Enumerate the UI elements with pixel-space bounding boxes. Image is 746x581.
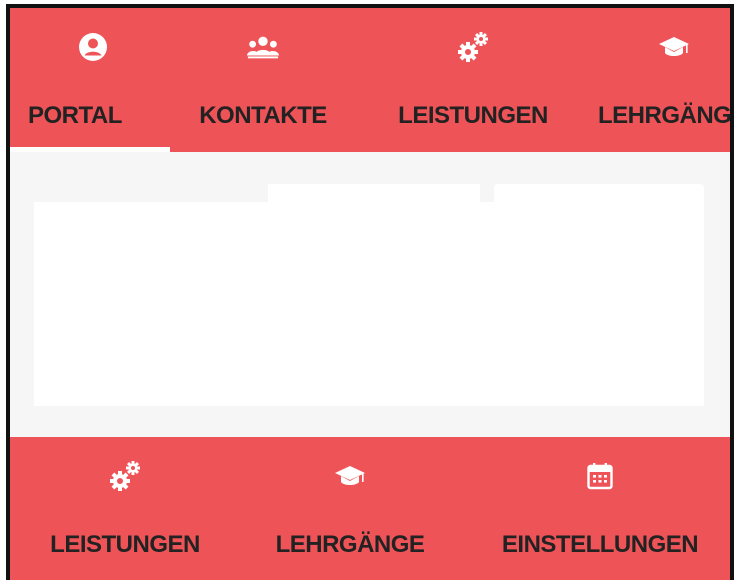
graduation-cap-icon (333, 459, 367, 493)
bottom-nav-leistungen[interactable]: LEISTUNGEN (32, 437, 218, 580)
tab-lehrgaenge[interactable]: LEHRGÄNGE (596, 8, 734, 152)
tab-leistungen-label: LEISTUNGEN (398, 102, 548, 129)
card-placeholder (268, 184, 480, 204)
content-area (10, 152, 730, 437)
account-circle-icon (76, 32, 110, 62)
calendar-icon (583, 459, 617, 493)
card-placeholder (494, 184, 704, 204)
tab-kontakte-label: KONTAKTE (199, 102, 327, 129)
bottom-nav-bar: LEISTUNGEN LEHRGÄNGE EINSTELLUNGEN (10, 437, 730, 580)
bottom-nav-einstellungen-label: EINSTELLUNGEN (501, 531, 699, 558)
app-frame: PORTAL KONTAKTE LEISTUNGEN LEHRGÄNGE LEI… (6, 4, 734, 580)
bottom-nav-einstellungen[interactable]: EINSTELLUNGEN (480, 437, 720, 580)
top-tab-bar: PORTAL KONTAKTE LEISTUNGEN LEHRGÄNGE (10, 8, 730, 152)
bottom-nav-lehrgaenge-label: LEHRGÄNGE (275, 531, 425, 558)
tab-lehrgaenge-label: LEHRGÄNGE (598, 102, 734, 129)
content-card (34, 202, 704, 406)
tab-kontakte[interactable]: KONTAKTE (178, 8, 348, 152)
gears-icon (456, 32, 490, 62)
gears-icon (108, 459, 142, 493)
tab-portal-label: PORTAL (28, 102, 122, 129)
bottom-nav-lehrgaenge[interactable]: LEHRGÄNGE (262, 437, 438, 580)
tab-portal[interactable]: PORTAL (28, 8, 158, 152)
bottom-nav-leistungen-label: LEISTUNGEN (50, 531, 200, 558)
graduation-cap-icon (657, 32, 691, 62)
tab-leistungen[interactable]: LEISTUNGEN (368, 8, 578, 152)
contacts-group-icon (246, 32, 280, 62)
